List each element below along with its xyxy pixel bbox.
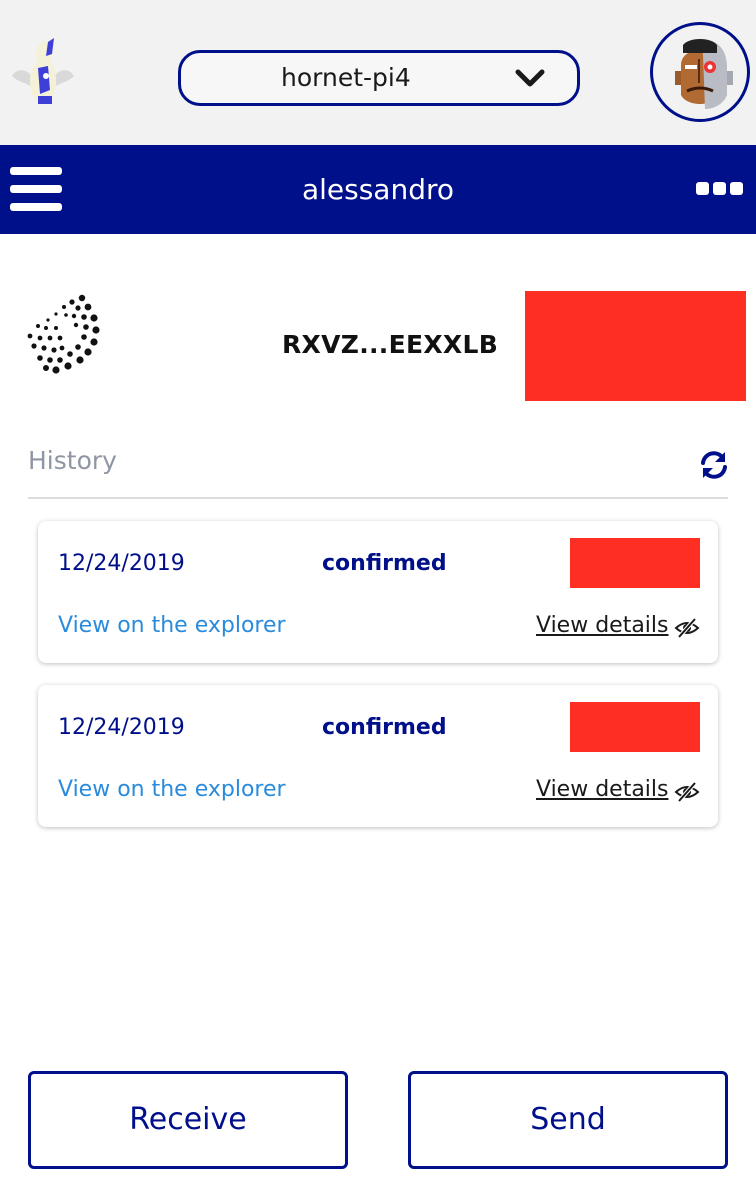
transaction-status: confirmed (322, 715, 447, 740)
network-select-value: hornet-pi4 (281, 63, 411, 92)
transaction-amount-redacted (570, 538, 700, 588)
eye-slash-icon (674, 617, 700, 639)
balance-redacted (525, 291, 746, 401)
view-on-explorer-link[interactable]: View on the explorer (58, 613, 286, 638)
transaction-amount-redacted (570, 702, 700, 752)
history-title: History (28, 446, 117, 475)
iota-logo-icon (26, 294, 106, 374)
transaction-date: 12/24/2019 (58, 715, 185, 740)
view-on-explorer-link[interactable]: View on the explorer (58, 777, 286, 802)
divider (28, 497, 728, 499)
transaction-status: confirmed (322, 551, 447, 576)
eye-slash-icon (674, 781, 700, 803)
account-address[interactable]: RXVZ...EEXXLB (282, 330, 498, 359)
avatar[interactable] (650, 22, 750, 122)
more-options-icon[interactable] (696, 182, 744, 196)
transaction-date: 12/24/2019 (58, 551, 185, 576)
view-details-link[interactable]: View details (536, 613, 669, 638)
transaction-card: 12/24/2019 confirmed View on the explore… (38, 685, 718, 827)
receive-button[interactable]: Receive (28, 1071, 348, 1169)
app-logo-icon[interactable] (8, 36, 78, 110)
view-details-link[interactable]: View details (536, 777, 669, 802)
refresh-icon[interactable] (698, 450, 730, 480)
send-button[interactable]: Send (408, 1071, 728, 1169)
nav-bar: alessandro (0, 145, 756, 234)
network-select[interactable]: hornet-pi4 (178, 50, 580, 106)
chevron-down-icon (515, 69, 545, 87)
transaction-card: 12/24/2019 confirmed View on the explore… (38, 521, 718, 663)
top-bar: hornet-pi4 (0, 0, 756, 145)
account-name: alessandro (301, 173, 455, 206)
